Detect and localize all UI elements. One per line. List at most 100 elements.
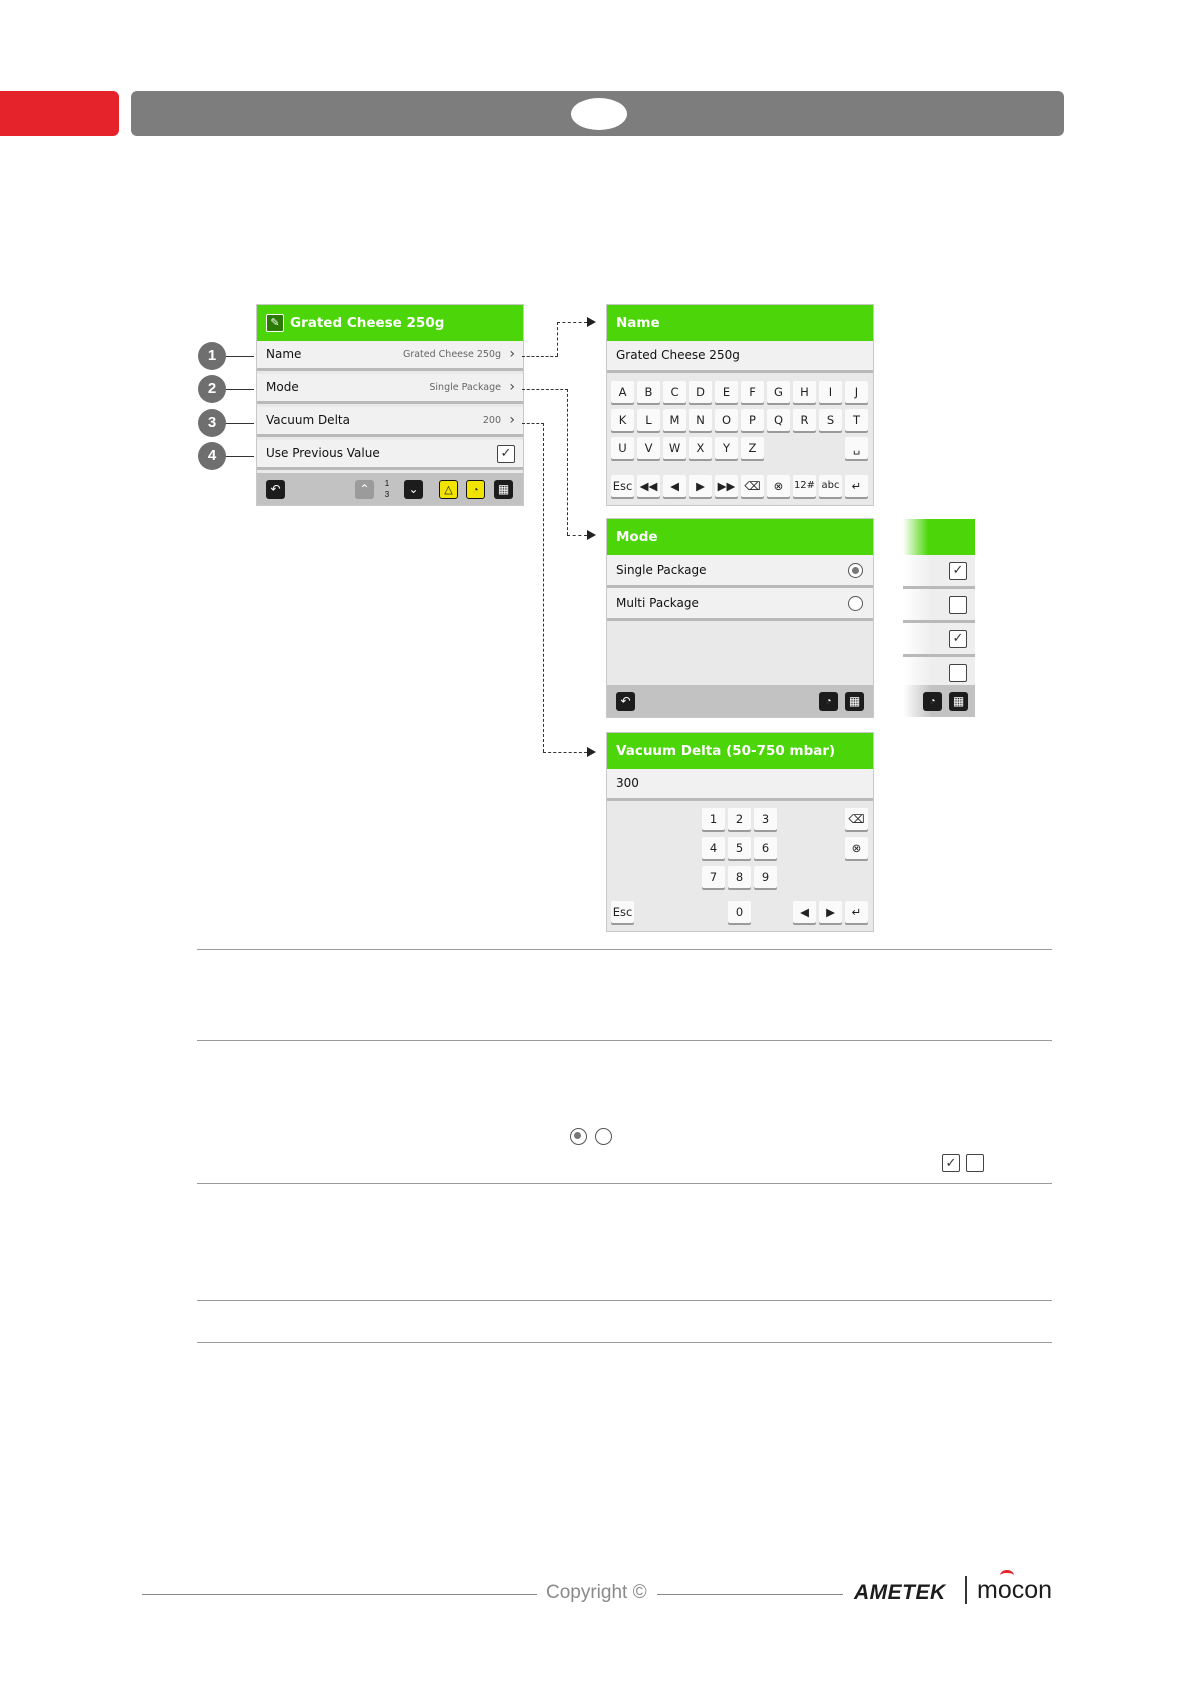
key-y[interactable]: Y — [715, 437, 738, 459]
skip-back-icon[interactable]: ◀◀ — [637, 475, 660, 497]
esc-key[interactable]: Esc — [611, 901, 634, 923]
connector-mode-3 — [567, 535, 587, 536]
right-arrow-icon[interactable]: ▶ — [689, 475, 712, 497]
abc-toggle-key[interactable]: abc — [819, 475, 842, 497]
connector-name-1 — [522, 356, 558, 357]
table-rule-4 — [197, 1300, 1052, 1301]
key-n[interactable]: N — [689, 409, 712, 431]
menu-grid-icon[interactable]: ▦ — [949, 692, 968, 711]
backspace-icon[interactable]: ⌫ — [845, 808, 868, 830]
scroll-up-icon[interactable]: ⌃ — [355, 480, 374, 499]
mode-option-single[interactable]: Single Package — [607, 555, 873, 588]
key-j[interactable]: J — [845, 381, 868, 403]
key-4[interactable]: 4 — [702, 837, 725, 859]
esc-key[interactable]: Esc — [611, 475, 634, 497]
left-arrow-icon[interactable]: ◀ — [663, 475, 686, 497]
row-name[interactable]: Name Grated Cheese 250g › — [257, 341, 523, 371]
key-b[interactable]: B — [637, 381, 660, 403]
key-d[interactable]: D — [689, 381, 712, 403]
key-2[interactable]: 2 — [728, 808, 751, 830]
numeric-toggle-key[interactable]: 12# — [793, 475, 816, 497]
gauge-icon[interactable]: ◔ — [923, 692, 942, 711]
strip-row-2 — [903, 589, 975, 623]
clear-icon[interactable]: ⊗ — [767, 475, 790, 497]
clear-icon[interactable]: ⊗ — [845, 837, 868, 859]
key-w[interactable]: W — [663, 437, 686, 459]
key-l[interactable]: L — [637, 409, 660, 431]
space-key[interactable]: ␣ — [845, 437, 868, 459]
key-7[interactable]: 7 — [702, 866, 725, 888]
warning-icon[interactable]: △ — [439, 480, 458, 499]
enter-icon[interactable]: ↵ — [845, 901, 868, 923]
connector-mode-1 — [522, 389, 568, 390]
key-q[interactable]: Q — [767, 409, 790, 431]
key-f[interactable]: F — [741, 381, 764, 403]
gauge-icon[interactable]: ◔ — [819, 692, 838, 711]
checkbox-empty-icon[interactable] — [949, 596, 967, 614]
radio-unselected-icon[interactable] — [848, 596, 863, 611]
chevron-right-icon: › — [509, 379, 515, 395]
key-1[interactable]: 1 — [702, 808, 725, 830]
main-screen-title: Grated Cheese 250g — [290, 315, 445, 331]
skip-forward-icon[interactable]: ▶▶ — [715, 475, 738, 497]
menu-grid-icon[interactable]: ▦ — [845, 692, 864, 711]
arrow-to-vacuum-screen — [587, 747, 596, 757]
page-number-pill — [571, 98, 627, 130]
backspace-icon[interactable]: ⌫ — [741, 475, 764, 497]
key-e[interactable]: E — [715, 381, 738, 403]
enter-icon[interactable]: ↵ — [845, 475, 868, 497]
key-i[interactable]: I — [819, 381, 842, 403]
checkbox-checked-icon[interactable]: ✓ — [949, 562, 967, 580]
key-x[interactable]: X — [689, 437, 712, 459]
key-u[interactable]: U — [611, 437, 634, 459]
key-m[interactable]: M — [663, 409, 686, 431]
back-icon[interactable]: ↶ — [616, 692, 635, 711]
edit-icon: ✎ — [266, 314, 284, 332]
row-vacuum-delta[interactable]: Vacuum Delta 200 › — [257, 407, 523, 437]
key-z[interactable]: Z — [741, 437, 764, 459]
key-g[interactable]: G — [767, 381, 790, 403]
connector-name-2 — [557, 322, 558, 356]
key-k[interactable]: K — [611, 409, 634, 431]
key-p[interactable]: P — [741, 409, 764, 431]
key-c[interactable]: C — [663, 381, 686, 403]
key-8[interactable]: 8 — [728, 866, 751, 888]
connector-vacuum-3 — [543, 752, 587, 753]
key-v[interactable]: V — [637, 437, 660, 459]
key-9[interactable]: 9 — [754, 866, 777, 888]
key-t[interactable]: T — [845, 409, 868, 431]
key-0[interactable]: 0 — [728, 901, 751, 923]
key-6[interactable]: 6 — [754, 837, 777, 859]
mode-screen-title: Mode — [607, 519, 873, 555]
name-keyboard-screen: Name Grated Cheese 250g ABCDEFGHIJ KLMNOP… — [607, 305, 873, 505]
key-s[interactable]: S — [819, 409, 842, 431]
checkbox-empty-icon[interactable] — [949, 664, 967, 682]
key-r[interactable]: R — [793, 409, 816, 431]
menu-grid-icon[interactable]: ▦ — [494, 480, 513, 499]
checkbox-checked-icon[interactable]: ✓ — [949, 630, 967, 648]
name-input-field[interactable]: Grated Cheese 250g — [607, 341, 873, 373]
row-mode[interactable]: Mode Single Package › — [257, 374, 523, 404]
key-h[interactable]: H — [793, 381, 816, 403]
scroll-down-icon[interactable]: ⌄ — [404, 480, 423, 499]
table-rule-5 — [197, 1342, 1052, 1343]
key-o[interactable]: O — [715, 409, 738, 431]
key-5[interactable]: 5 — [728, 837, 751, 859]
right-arrow-icon[interactable]: ▶ — [819, 901, 842, 923]
row-mode-value: Single Package — [429, 382, 501, 393]
mode-option-multi-label: Multi Package — [616, 596, 699, 610]
key-a[interactable]: A — [611, 381, 634, 403]
checkbox-checked-icon[interactable]: ✓ — [497, 445, 515, 463]
checkbox-mode-strip: ✓ ✓ ◔ ▦ — [903, 519, 975, 717]
radio-selected-icon[interactable] — [848, 563, 863, 578]
row-use-previous[interactable]: Use Previous Value ✓ — [257, 440, 523, 470]
mode-option-multi[interactable]: Multi Package — [607, 588, 873, 621]
vacuum-input-field[interactable]: 300 — [607, 769, 873, 801]
connector-mode-2 — [567, 389, 568, 535]
gauge-icon[interactable]: ◔ — [466, 480, 485, 499]
callout-1: 1 — [198, 342, 226, 370]
key-3[interactable]: 3 — [754, 808, 777, 830]
back-icon[interactable]: ↶ — [266, 480, 285, 499]
left-arrow-icon[interactable]: ◀ — [793, 901, 816, 923]
arrow-to-mode-screen — [587, 530, 596, 540]
